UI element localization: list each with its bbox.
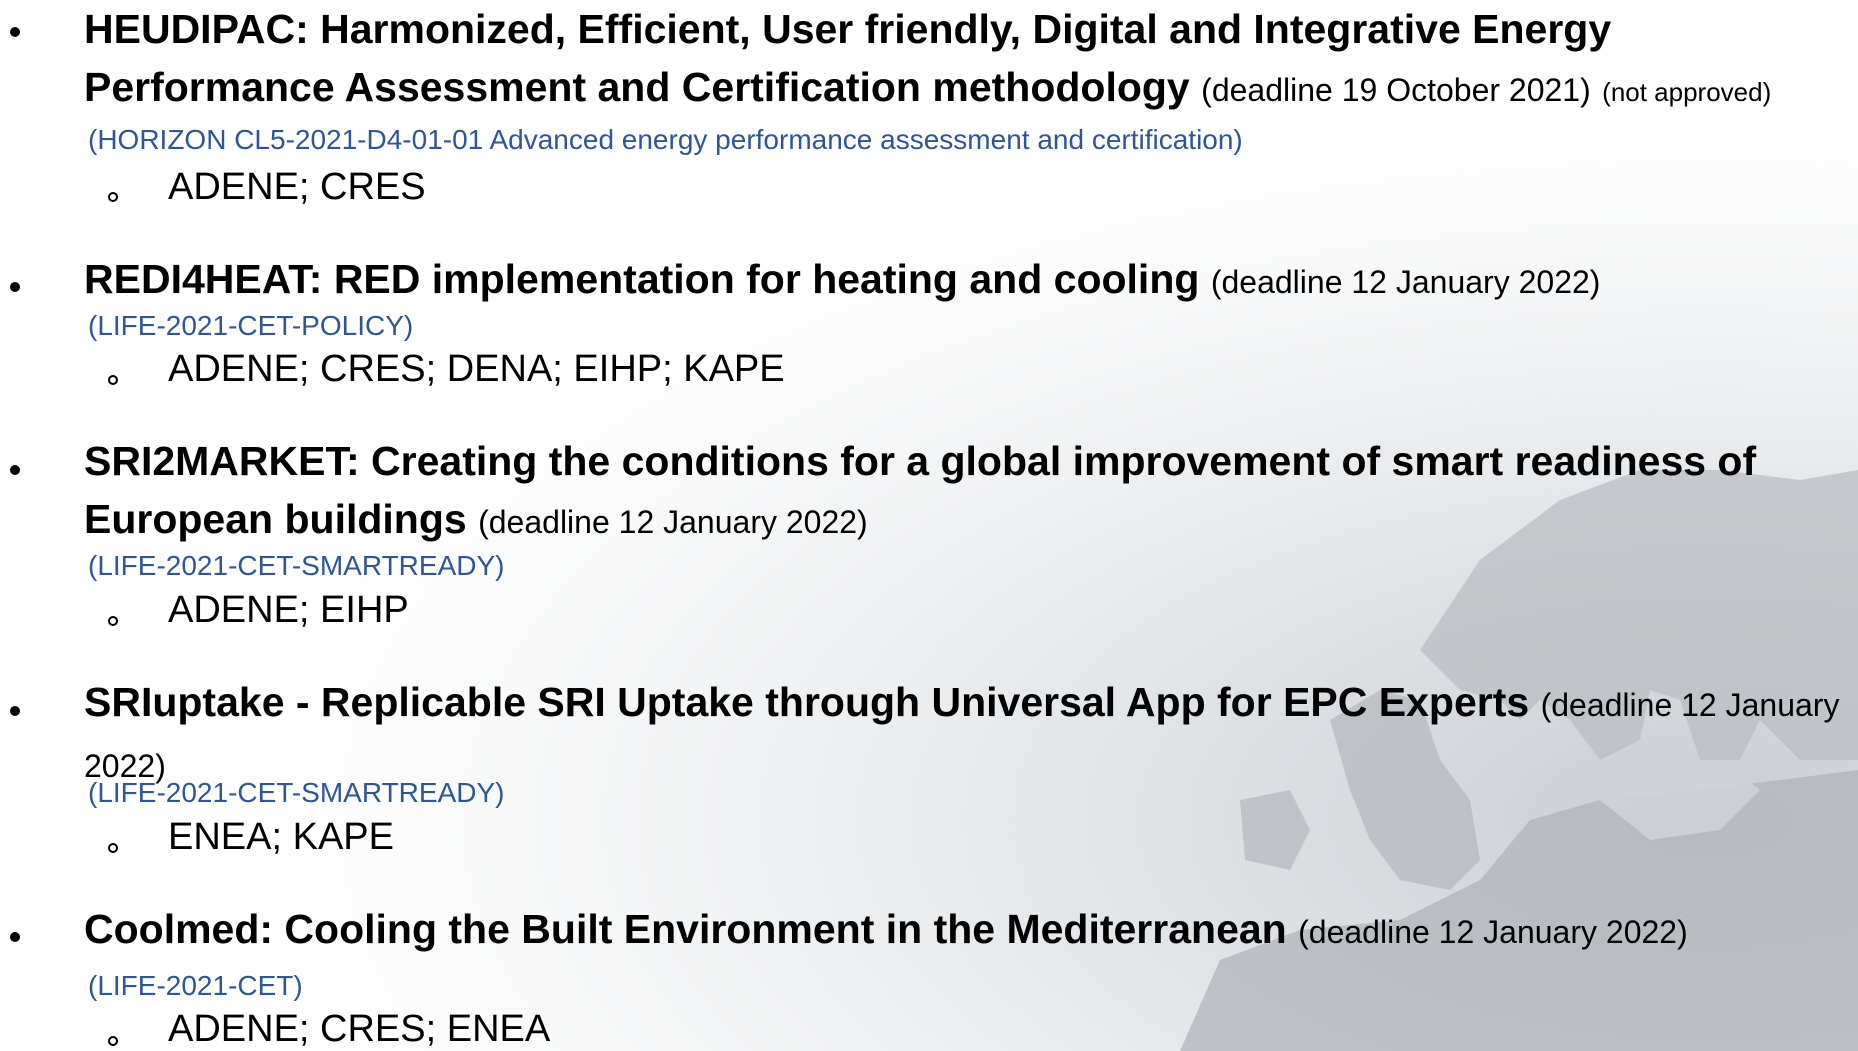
partners-list: ENEA; KAPE [168, 816, 394, 858]
project-title: SRI2MARKET: Creating the conditions for … [84, 438, 1757, 542]
bullet-icon [10, 706, 20, 716]
call-code: (HORIZON CL5-2021-D4-01-01 Advanced ener… [88, 124, 1243, 155]
project-title-block: Coolmed: Cooling the Built Environment i… [84, 900, 1854, 961]
project-title: REDI4HEAT: RED implementation for heatin… [84, 256, 1200, 302]
partners-list: ADENE; CRES [168, 166, 426, 208]
project-title-block: REDI4HEAT: RED implementation for heatin… [84, 250, 1854, 311]
sub-bullet-icon [108, 192, 118, 202]
sub-bullet-icon [108, 843, 118, 853]
project-deadline: (deadline 12 January 2022) [1298, 914, 1688, 950]
project-deadline: (deadline 12 January 2022) [478, 504, 868, 540]
partners-list: ADENE; EIHP [168, 589, 409, 631]
call-code: (LIFE-2021-CET-SMARTREADY) [88, 550, 505, 581]
partners-list: ADENE; CRES; DENA; EIHP; KAPE [168, 348, 785, 390]
project-deadline: (deadline 12 January 2022) [1210, 264, 1601, 300]
project-status: (not approved) [1602, 77, 1772, 107]
bullet-icon [10, 282, 20, 292]
project-title: Coolmed: Cooling the Built Environment i… [84, 906, 1287, 952]
bullet-icon [10, 27, 20, 37]
call-code: (LIFE-2021-CET-POLICY) [88, 310, 414, 341]
sub-bullet-icon [108, 375, 118, 385]
project-title-block: HEUDIPAC: Harmonized, Efficient, User fr… [84, 0, 1854, 121]
partners-list: ADENE; CRES; ENEA [168, 1008, 551, 1050]
call-code: (LIFE-2021-CET-SMARTREADY) [88, 777, 505, 808]
project-title-block: SRI2MARKET: Creating the conditions for … [84, 432, 1854, 551]
sub-bullet-icon [108, 1036, 118, 1046]
project-deadline: (deadline 19 October 2021) [1201, 72, 1591, 108]
bullet-icon [10, 465, 20, 475]
call-code: (LIFE-2021-CET) [88, 970, 303, 1001]
project-title: SRIuptake - Replicable SRI Uptake throug… [84, 679, 1530, 725]
sub-bullet-icon [108, 616, 118, 626]
bullet-icon [10, 932, 20, 942]
